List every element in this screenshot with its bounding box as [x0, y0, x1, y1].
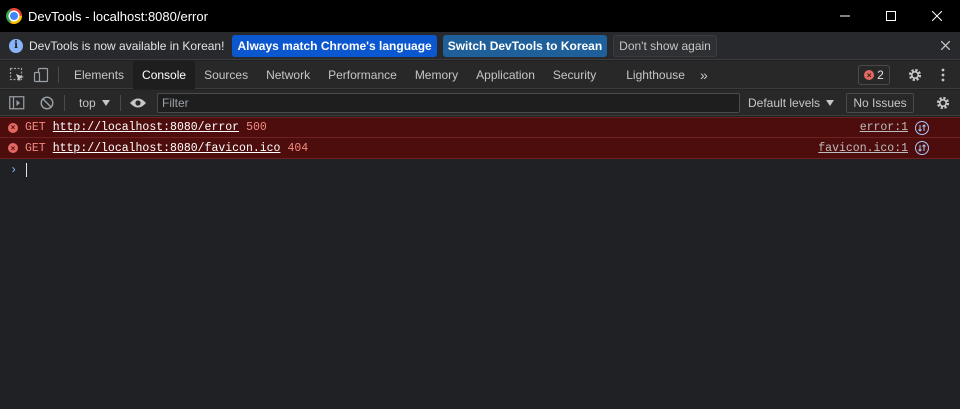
more-tabs-button[interactable]: »: [700, 67, 708, 83]
window-controls: [822, 0, 960, 32]
tab-memory[interactable]: Memory: [406, 61, 467, 89]
text-caret: [26, 163, 28, 177]
infobar-message: DevTools is now available in Korean!: [29, 38, 225, 53]
tab-security[interactable]: Security: [544, 61, 605, 89]
tab-application[interactable]: Application: [467, 61, 544, 89]
tab-network[interactable]: Network: [257, 61, 319, 89]
log-levels-value: Default levels: [748, 96, 821, 110]
customize-menu-button[interactable]: [936, 65, 950, 85]
network-request-icon[interactable]: [915, 120, 929, 135]
error-icon: ×: [8, 143, 18, 153]
console-error-row[interactable]: × GET http://localhost:8080/error 500 er…: [0, 117, 960, 138]
error-count: 2: [877, 68, 884, 82]
toolbar-divider: [64, 94, 65, 111]
infobar-close-button[interactable]: [940, 38, 951, 53]
request-method: GET: [25, 121, 46, 134]
chrome-logo-icon: [6, 8, 22, 24]
inspect-cursor-icon: [9, 67, 24, 81]
gear-icon: [936, 96, 950, 110]
window-title: DevTools - localhost:8080/error: [28, 8, 208, 24]
tab-sources[interactable]: Sources: [195, 61, 257, 89]
toolbar-divider: [119, 94, 121, 111]
status-code: 404: [287, 141, 309, 155]
close-icon: [940, 40, 951, 51]
device-mode-icon: [33, 67, 49, 82]
maximize-icon: [886, 11, 896, 21]
show-sidebar-button[interactable]: [6, 92, 28, 114]
live-expression-button[interactable]: [127, 92, 149, 114]
always-match-language-button[interactable]: Always match Chrome's language: [232, 34, 437, 57]
filter-input[interactable]: Filter: [157, 93, 740, 113]
issues-button[interactable]: No Issues: [846, 93, 914, 113]
info-icon: i: [9, 38, 23, 53]
error-icon: ×: [8, 122, 18, 133]
devtools-tabs-bar: Elements Console Sources Network Perform…: [0, 60, 960, 89]
clear-icon: [40, 95, 54, 110]
console-toolbar: top Filter Default levels No Issues: [0, 90, 960, 116]
sidebar-toggle-icon: [9, 95, 25, 109]
clear-console-button[interactable]: [36, 92, 58, 114]
request-url-link[interactable]: http://localhost:8080/error: [53, 121, 239, 134]
tab-lighthouse[interactable]: Lighthouse: [617, 61, 694, 89]
console-prompt[interactable]: ›: [0, 159, 960, 181]
status-code: 500: [246, 121, 267, 134]
error-count-badge[interactable]: × 2: [858, 65, 890, 85]
eye-icon: [129, 98, 146, 107]
devtools-settings-button[interactable]: [905, 65, 925, 85]
language-infobar: i DevTools is now available in Korean! A…: [0, 32, 960, 60]
tab-elements[interactable]: Elements: [65, 61, 133, 89]
console-error-row[interactable]: × GET http://localhost:8080/favicon.ico …: [0, 138, 960, 159]
request-url-link[interactable]: http://localhost:8080/favicon.ico: [53, 142, 281, 155]
source-link[interactable]: favicon.ico:1: [818, 142, 908, 155]
error-icon: ×: [864, 70, 875, 80]
source-link[interactable]: error:1: [860, 121, 908, 134]
device-toolbar-button[interactable]: [30, 64, 52, 86]
close-window-button[interactable]: [914, 0, 960, 32]
tab-console[interactable]: Console: [133, 60, 196, 89]
gear-icon: [908, 68, 922, 82]
minimize-button[interactable]: [822, 0, 868, 32]
prompt-chevron-icon: ›: [10, 163, 18, 177]
maximize-button[interactable]: [868, 0, 914, 32]
close-icon: [932, 11, 942, 21]
title-bar: DevTools - localhost:8080/error: [0, 0, 960, 32]
dropdown-arrow-icon: [826, 100, 835, 106]
context-value: top: [79, 95, 96, 110]
switch-to-korean-button[interactable]: Switch DevTools to Korean: [442, 34, 608, 57]
minimize-icon: [840, 15, 850, 17]
context-selector[interactable]: top: [75, 93, 114, 113]
dropdown-arrow-icon: [101, 99, 110, 106]
tab-performance[interactable]: Performance: [319, 61, 406, 89]
dont-show-again-button[interactable]: Don't show again: [613, 34, 717, 57]
inspect-element-button[interactable]: [6, 64, 28, 86]
network-request-icon[interactable]: [915, 141, 929, 155]
request-method: GET: [25, 141, 46, 155]
console-settings-button[interactable]: [933, 93, 953, 113]
toolbar-divider: [58, 66, 59, 83]
console-output: × GET http://localhost:8080/error 500 er…: [0, 117, 960, 409]
log-levels-dropdown[interactable]: Default levels: [748, 93, 835, 113]
more-vertical-icon: [941, 68, 945, 82]
